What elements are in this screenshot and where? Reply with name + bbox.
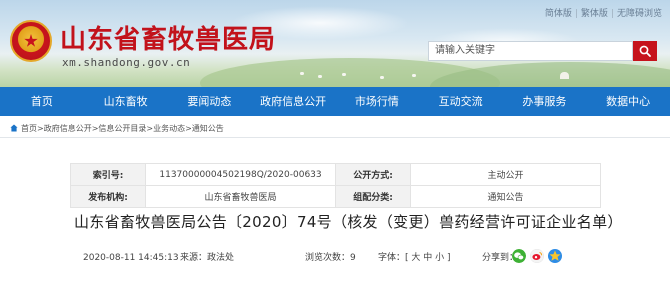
simplified-chinese-link[interactable]: 简体版 xyxy=(545,9,572,19)
open-mode-value: 主动公开 xyxy=(410,163,601,186)
category-label: 组配分类: xyxy=(335,185,411,208)
search-input[interactable]: 请输入关键字 xyxy=(428,41,633,61)
index-value: 11370000004502198Q/2020-00633 xyxy=(145,163,336,186)
breadcrumb-path[interactable]: 首页>政府信息公开>信息公开目录>业务动态>通知公告 xyxy=(21,124,224,133)
font-size-switcher[interactable]: 字体：[ 大 中 小 ] xyxy=(378,253,450,264)
separator: | xyxy=(610,9,614,19)
separator: | xyxy=(574,9,578,19)
site-title[interactable]: 山东省畜牧兽医局 xyxy=(60,19,276,56)
language-links: 简体版 | 繁体版 | 无障碍浏览 xyxy=(545,6,662,19)
index-label: 索引号: xyxy=(70,163,146,186)
header-banner: 山东省畜牧兽医局 xm.shandong.gov.cn 简体版 | 繁体版 | 无障碍浏… xyxy=(0,0,670,87)
category-value: 通知公告 xyxy=(410,185,601,208)
article-source: 来源：政法处 xyxy=(180,253,235,263)
nav-item-data-center[interactable]: 数据中心 xyxy=(586,87,670,116)
nav-item-interaction[interactable]: 互动交流 xyxy=(419,87,503,116)
banner-yurt xyxy=(560,72,569,79)
breadcrumb: 首页>政府信息公开>信息公开目录>业务动态>通知公告 xyxy=(10,123,224,134)
view-count: 浏览次数：9 xyxy=(305,253,356,263)
banner-sheep xyxy=(380,76,384,79)
table-row: 索引号: 11370000004502198Q/2020-00633 公开方式:… xyxy=(70,163,601,186)
home-icon xyxy=(10,124,18,132)
search-icon xyxy=(639,45,651,57)
traditional-chinese-link[interactable]: 繁体版 xyxy=(581,9,608,19)
banner-sheep xyxy=(300,72,304,75)
nav-item-home[interactable]: 首页 xyxy=(0,87,84,116)
table-row: 发布机构: 山东省畜牧兽医局 组配分类: 通知公告 xyxy=(70,185,601,208)
weibo-share-icon[interactable] xyxy=(530,249,544,263)
accessibility-link[interactable]: 无障碍浏览 xyxy=(617,9,662,19)
search-button[interactable] xyxy=(633,41,657,61)
divider xyxy=(0,137,670,138)
national-emblem-icon xyxy=(10,20,52,62)
open-mode-label: 公开方式: xyxy=(335,163,411,186)
nav-item-gov-info[interactable]: 政府信息公开 xyxy=(251,87,335,116)
qzone-share-icon[interactable] xyxy=(548,249,562,263)
main-nav: 首页 山东畜牧 要闻动态 政府信息公开 市场行情 互动交流 办事服务 数据中心 xyxy=(0,87,670,116)
banner-hill xyxy=(430,62,670,87)
nav-item-market[interactable]: 市场行情 xyxy=(335,87,419,116)
banner-sheep xyxy=(318,75,322,78)
info-table: 索引号: 11370000004502198Q/2020-00633 公开方式:… xyxy=(70,163,601,208)
publisher-label: 发布机构: xyxy=(70,185,146,208)
nav-item-shandong-livestock[interactable]: 山东畜牧 xyxy=(84,87,168,116)
article-title: 山东省畜牧兽医局公告〔2020〕74号（核发（变更）兽药经营许可证企业名单） xyxy=(74,213,623,231)
nav-item-news[interactable]: 要闻动态 xyxy=(168,87,252,116)
wechat-share-icon[interactable] xyxy=(512,249,526,263)
banner-sheep xyxy=(412,74,416,77)
publish-datetime: 2020-08-11 14:45:13 xyxy=(83,253,179,263)
banner-sheep xyxy=(342,73,346,76)
nav-item-services[interactable]: 办事服务 xyxy=(503,87,587,116)
publisher-value: 山东省畜牧兽医局 xyxy=(145,185,336,208)
site-domain: xm.shandong.gov.cn xyxy=(62,56,191,69)
